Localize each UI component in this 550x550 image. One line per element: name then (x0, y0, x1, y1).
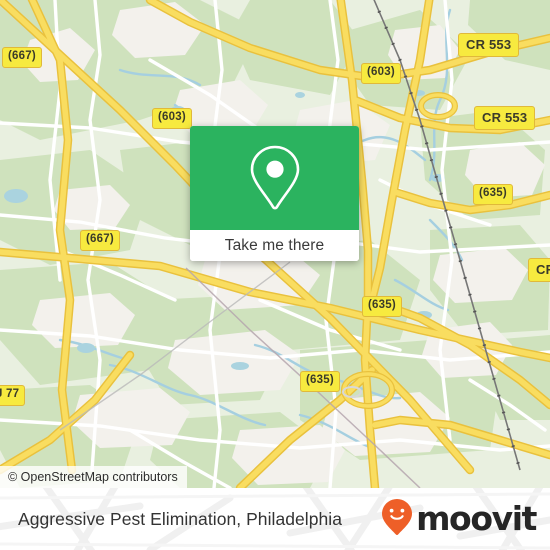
map-pin-icon (246, 143, 304, 213)
footer-bar: Aggressive Pest Elimination, Philadelphi… (0, 488, 550, 550)
road-shield-cr553-e: CR 553 (474, 106, 536, 130)
road-shield-635-s: (635) (300, 371, 340, 392)
moovit-smiling-pin-icon (381, 498, 413, 541)
road-shield-603-nw: (603) (152, 108, 192, 129)
road-shield-667-w: (667) (80, 230, 120, 251)
moovit-brand[interactable]: moovit (381, 488, 537, 550)
page-title-text: Aggressive Pest Elimination, Philadelphi… (18, 508, 343, 529)
road-shield-cr-edge: CR (528, 258, 550, 282)
road-shield-635-e: (635) (473, 184, 513, 205)
moovit-map-screenshot: (667) (603) (603) CR 553 CR 553 (635) CR… (0, 0, 550, 550)
road-shield-667-nw: (667) (2, 47, 42, 68)
map-marker-popup[interactable]: Take me there (190, 126, 359, 261)
popup-action-label: Take me there (224, 236, 325, 254)
osm-attribution-text: © OpenStreetMap contributors (8, 470, 178, 484)
road-shield-nj77-sw: J 77 (0, 385, 26, 406)
page-title: Aggressive Pest Elimination, Philadelphi… (18, 488, 342, 550)
popup-header (190, 126, 359, 230)
moovit-wordmark: moovit (416, 498, 537, 538)
road-shield-635-c: (635) (362, 296, 402, 317)
map-canvas[interactable]: (667) (603) (603) CR 553 CR 553 (635) CR… (0, 0, 550, 488)
road-shield-603-n: (603) (361, 63, 401, 84)
popup-action[interactable]: Take me there (190, 230, 359, 261)
road-shield-cr553-ne: CR 553 (458, 33, 520, 57)
popup-pointer-tail (263, 260, 286, 261)
osm-attribution[interactable]: © OpenStreetMap contributors (0, 466, 187, 488)
